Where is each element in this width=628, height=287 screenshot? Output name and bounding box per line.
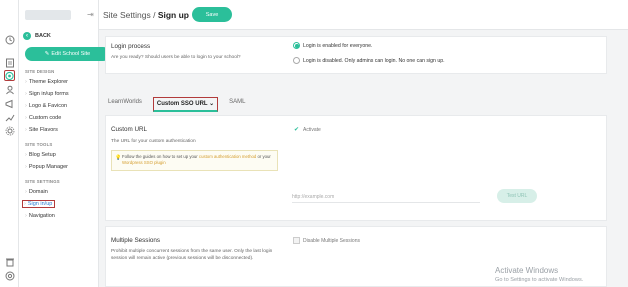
wordpress-sso-link[interactable]: Wordpress SSO plugin (122, 160, 166, 165)
collapse-sidebar-icon[interactable]: ⇥ (87, 10, 94, 19)
breadcrumb: Site Settings / Sign up (103, 10, 189, 20)
breadcrumb-parent[interactable]: Site Settings / (103, 10, 158, 20)
radio-unselected-icon (293, 57, 300, 64)
edit-school-site-button[interactable]: ✎ Edit School Site (25, 47, 110, 61)
multiple-sessions-desc: Prohibit multiple concurrent sessions fr… (111, 249, 273, 261)
reports-icon[interactable] (4, 112, 15, 123)
custom-authentication-link[interactable]: custom authentication method (199, 154, 256, 159)
history-icon[interactable] (4, 34, 15, 45)
radio-login-enabled-label: Login is enabled for everyone. (303, 42, 373, 49)
save-button[interactable]: Save (192, 7, 232, 22)
edit-button-label: Edit School Site (51, 51, 91, 57)
disable-multiple-sessions-label: Disable Multiple Sessions (303, 237, 360, 244)
pages-icon[interactable] (4, 57, 15, 68)
activate-label: Activate (303, 126, 321, 133)
multiple-sessions-title: Multiple Sessions (111, 237, 160, 244)
radio-login-disabled-label: Login is disabled. Only admins can login… (303, 57, 445, 64)
breadcrumb-current: Sign up (157, 10, 189, 20)
back-arrow-icon: ‹ (23, 32, 31, 40)
radio-login-enabled[interactable]: Login is enabled for everyone. (293, 42, 373, 49)
disable-multiple-sessions-checkbox[interactable]: Disable Multiple Sessions (293, 237, 360, 244)
sidebar-item-theme-explorer[interactable]: Theme Explorer (25, 79, 68, 85)
sidebar: ‹ BACK ✎ Edit School Site SITE DESIGN Th… (19, 0, 110, 287)
hint-prefix: Follow the guides on how to set up your (122, 154, 199, 159)
radio-login-disabled[interactable]: Login is disabled. Only admins can login… (293, 57, 445, 64)
tab-custom-sso-url-label: Custom SSO URL (156, 101, 208, 107)
tab-saml[interactable]: SAML (226, 97, 248, 112)
top-bar: ⇥ Site Settings / Sign up Save (87, 0, 628, 30)
auth-tabs: LearnWorlds Custom SSO URL ⌄ SAML (105, 97, 249, 112)
marketing-icon[interactable] (4, 98, 15, 109)
sidebar-item-blog-setup[interactable]: Blog Setup (25, 152, 56, 158)
sidebar-item-sign-in-up[interactable]: Sign in/up (22, 200, 56, 208)
sidebar-item-logo-favicon[interactable]: Logo & Favicon (25, 103, 67, 109)
sidebar-item-sign-in-up-forms[interactable]: Sign in/up forms (25, 91, 69, 97)
checkmark-icon: ✔ (293, 127, 300, 133)
chevron-down-icon: ⌄ (209, 101, 215, 107)
checkbox-empty-icon (293, 237, 300, 244)
custom-url-title: Custom URL (111, 126, 148, 133)
login-process-title: Login process (111, 43, 151, 50)
hint-mid: or your (256, 154, 271, 159)
back-button[interactable]: ‹ BACK (23, 32, 51, 40)
sidebar-item-popup-manager[interactable]: Popup Manager (25, 164, 68, 170)
back-label: BACK (35, 33, 51, 39)
login-process-panel: Login process Are you ready? Should user… (105, 36, 607, 74)
tab-custom-sso-url[interactable]: Custom SSO URL ⌄ (152, 97, 219, 112)
settings-icon[interactable] (4, 125, 15, 136)
tab-learnworlds[interactable]: LearnWorlds (105, 97, 145, 112)
test-url-button[interactable]: Test URL (497, 189, 537, 203)
design-icon[interactable] (4, 70, 15, 81)
trash-icon[interactable] (4, 256, 15, 267)
radio-selected-icon (293, 42, 300, 49)
lightbulb-icon: 💡 (115, 155, 122, 161)
sidebar-item-domain[interactable]: Domain (25, 189, 48, 195)
school-logo (25, 10, 71, 20)
sidebar-item-custom-code[interactable]: Custom code (25, 115, 61, 121)
custom-url-input[interactable]: http://example.com (292, 191, 480, 203)
users-icon[interactable] (4, 84, 15, 95)
section-title-site-design: SITE DESIGN (25, 69, 55, 74)
activate-windows-watermark: Activate Windows (495, 266, 559, 275)
activate-checkbox[interactable]: ✔ Activate (293, 126, 321, 134)
icon-rail (0, 0, 19, 287)
sidebar-item-navigation[interactable]: Navigation (25, 213, 55, 219)
pencil-icon: ✎ (44, 51, 50, 57)
activate-windows-subtext: Go to Settings to activate Windows. (495, 277, 584, 283)
sidebar-item-site-flavors[interactable]: Site Flavors (25, 127, 58, 133)
section-title-site-settings: SITE SETTINGS (25, 179, 60, 184)
section-title-site-tools: SITE TOOLS (25, 142, 53, 147)
support-icon[interactable] (4, 270, 15, 281)
sso-guide-hint: 💡 Follow the guides on how to set up you… (111, 150, 278, 171)
login-process-desc: Are you ready? Should users be able to l… (111, 55, 241, 60)
custom-url-desc: The URL for your custom authentication (111, 139, 196, 144)
